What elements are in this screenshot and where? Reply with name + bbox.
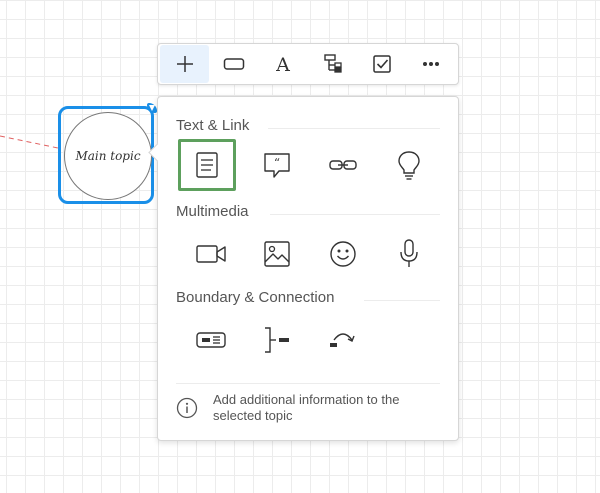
insert-link-button[interactable]	[310, 139, 376, 191]
insert-comment-button[interactable]: “	[244, 139, 310, 191]
task-button[interactable]	[357, 45, 406, 83]
section-title-text-link: Text & Link	[176, 117, 250, 134]
section-divider	[364, 300, 440, 301]
microphone-icon	[400, 239, 418, 267]
insert-video-button[interactable]	[178, 228, 244, 280]
more-icon	[423, 62, 440, 66]
section-divider	[268, 128, 440, 129]
section-divider	[270, 214, 440, 215]
text-link-row: “	[178, 139, 442, 191]
more-button[interactable]	[407, 45, 456, 83]
main-topic-node[interactable]: Main topic	[58, 103, 157, 204]
note-icon	[196, 152, 218, 178]
info-text: Add additional information to the select…	[213, 392, 400, 423]
svg-text:A: A	[275, 54, 290, 75]
floating-toolbar: A	[157, 43, 459, 85]
link-icon	[329, 160, 357, 170]
comment-icon: “	[264, 153, 290, 178]
insert-idea-button[interactable]	[376, 139, 442, 191]
section-title-multimedia: Multimedia	[176, 203, 249, 220]
insert-sticker-button[interactable]	[310, 228, 376, 280]
footer-divider	[176, 383, 440, 384]
insert-audio-button[interactable]	[376, 228, 442, 280]
insert-button[interactable]	[160, 45, 210, 83]
relationship-icon	[330, 333, 355, 347]
boundary-icon	[196, 332, 226, 348]
video-icon	[196, 245, 226, 263]
topic-shape[interactable]: Main topic	[64, 112, 152, 200]
topic-drag-handle[interactable]	[147, 103, 157, 113]
checkbox-icon	[373, 55, 391, 73]
insert-note-button[interactable]	[178, 139, 236, 191]
insert-summary-button[interactable]	[244, 314, 310, 366]
boundary-connection-row	[178, 314, 376, 366]
summary-icon	[265, 327, 289, 353]
topic-label: Main topic	[75, 149, 141, 163]
text-format-button[interactable]: A	[259, 45, 308, 83]
image-icon	[264, 241, 290, 267]
multimedia-row	[178, 228, 442, 280]
insert-panel: Text & Link “ Multimedia Boundary & Conn…	[148, 96, 459, 441]
shape-button[interactable]	[209, 45, 258, 83]
text-icon: A	[275, 54, 290, 75]
section-title-boundary-connection: Boundary & Connection	[176, 289, 335, 306]
emoji-icon	[330, 241, 356, 267]
hierarchy-icon	[323, 54, 342, 73]
info-icon	[176, 397, 198, 419]
insert-image-button[interactable]	[244, 228, 310, 280]
rectangle-icon	[223, 58, 245, 70]
idea-icon	[398, 151, 420, 180]
svg-text:“: “	[274, 156, 280, 170]
structure-button[interactable]	[308, 45, 357, 83]
insert-relationship-button[interactable]	[310, 314, 376, 366]
plus-icon	[176, 56, 193, 72]
insert-boundary-button[interactable]	[178, 314, 244, 366]
